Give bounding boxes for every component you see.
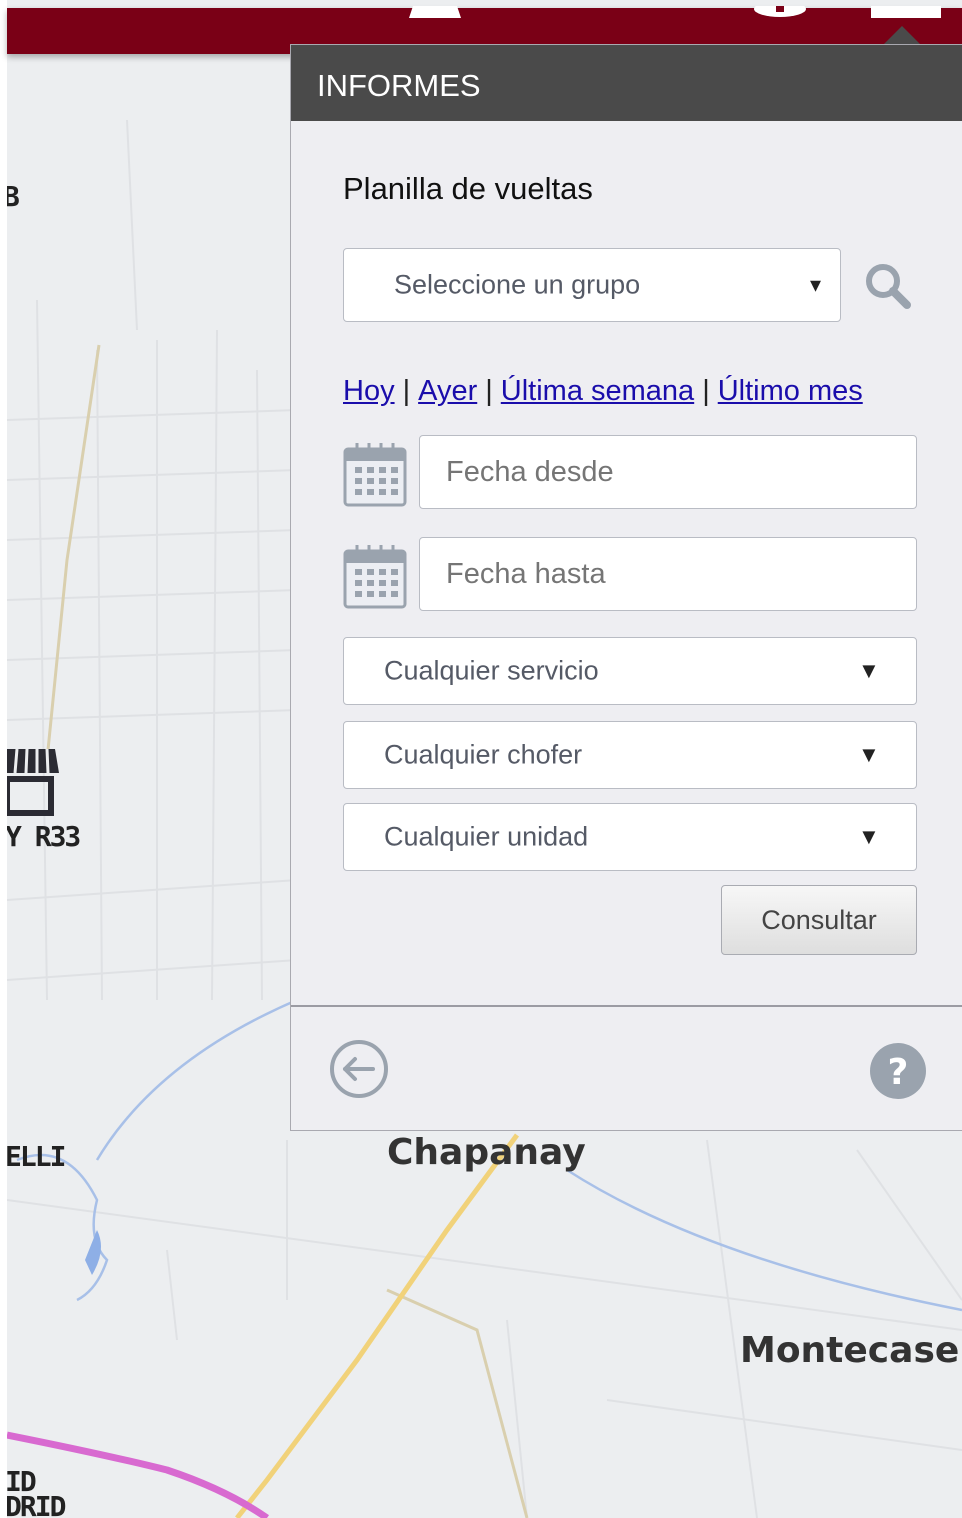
link-ultima-semana[interactable]: Última semana xyxy=(501,375,694,407)
group-select-value: Seleccione un grupo xyxy=(394,269,641,300)
unit-select[interactable]: Cualquier unidad ▼ xyxy=(343,803,917,871)
store-icon xyxy=(7,748,59,816)
chevron-down-icon: ▼ xyxy=(858,742,880,767)
panel-pointer xyxy=(884,26,920,44)
link-hoy[interactable]: Hoy xyxy=(343,375,395,407)
link-separator: | xyxy=(402,375,411,407)
unit-select-value: Cualquier unidad xyxy=(384,821,589,852)
reports-panel: INFORMES Planilla de vueltas Seleccione … xyxy=(290,44,962,1131)
map-label-drid: DRID xyxy=(7,1490,66,1518)
back-arrow-icon[interactable] xyxy=(329,1039,389,1099)
calendar-icon[interactable] xyxy=(343,545,407,609)
footer-divider xyxy=(291,1005,962,1007)
chevron-down-icon: ▼ xyxy=(858,658,880,683)
calendar-icon[interactable] xyxy=(343,443,407,507)
map-label-chapanay: Chapanay xyxy=(387,1132,586,1173)
svg-text:?: ? xyxy=(888,1052,909,1093)
search-icon[interactable] xyxy=(863,261,913,311)
help-icon[interactable]: ? xyxy=(869,1042,927,1100)
consultar-button[interactable]: Consultar xyxy=(721,885,917,955)
driver-select[interactable]: Cualquier chofer ▼ xyxy=(343,721,917,789)
chevron-down-icon: ▼ xyxy=(858,824,880,849)
date-to-input[interactable] xyxy=(419,537,917,611)
nav-icon-1[interactable] xyxy=(405,6,465,20)
panel-title: Planilla de vueltas xyxy=(343,171,593,206)
link-separator: | xyxy=(702,375,710,407)
service-select[interactable]: Cualquier servicio ▼ xyxy=(343,637,917,705)
date-from-input[interactable] xyxy=(419,435,917,509)
map-label-route: Y R33 xyxy=(7,820,81,853)
nav-icon-2[interactable] xyxy=(752,6,808,20)
driver-select-value: Cualquier chofer xyxy=(384,739,583,770)
group-select[interactable]: Seleccione un grupo ▾ xyxy=(343,248,841,322)
chevron-down-icon: ▾ xyxy=(810,272,822,297)
map-label-elli: ELLI xyxy=(7,1140,66,1173)
nav-icon-reports[interactable] xyxy=(871,6,941,18)
link-separator: | xyxy=(485,375,493,407)
link-ultimo-mes[interactable]: Último mes xyxy=(718,375,863,407)
map-label-fragment: B xyxy=(7,180,20,213)
link-ayer[interactable]: Ayer xyxy=(418,375,477,407)
map-label-montecasero: Montecaser xyxy=(740,1330,962,1371)
quick-date-links: Hoy | Ayer | Última semana | Último mes xyxy=(343,375,863,408)
service-select-value: Cualquier servicio xyxy=(384,655,599,686)
panel-header: INFORMES xyxy=(291,45,962,121)
